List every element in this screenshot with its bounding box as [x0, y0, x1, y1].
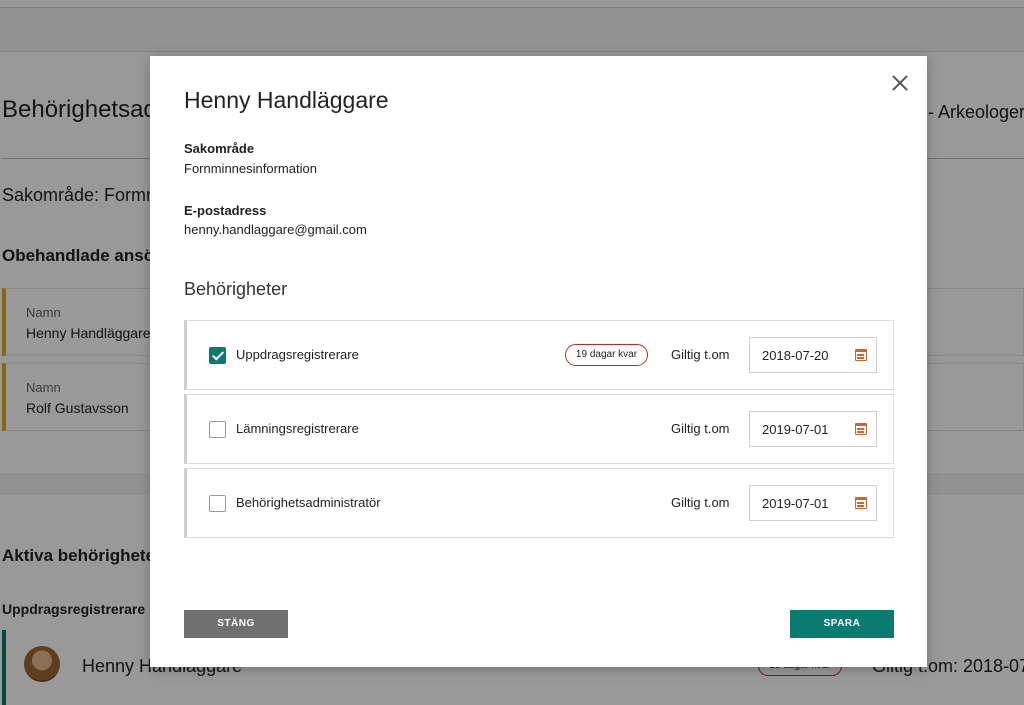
date-value: 2018-07-20: [762, 348, 829, 363]
save-button[interactable]: SPARA: [790, 610, 894, 638]
email-value: henny.handlaggare@gmail.com: [184, 222, 367, 237]
sakomrade-label: Sakområde: [184, 141, 255, 156]
date-value: 2019-07-01: [762, 496, 829, 511]
valid-until-label: Giltig t.om: [671, 495, 730, 510]
sakomrade-value: Fornminnesinformation: [184, 161, 317, 176]
permissions-section-title: Behörigheter: [184, 279, 288, 299]
calendar-icon[interactable]: [855, 349, 867, 361]
calendar-icon[interactable]: [855, 423, 867, 435]
close-button[interactable]: STÄNG: [184, 610, 288, 638]
close-icon[interactable]: [891, 74, 909, 92]
date-value: 2019-07-01: [762, 422, 829, 437]
email-label: E-postadress: [184, 203, 267, 218]
permissions-dialog: Henny Handläggare Sakområde Fornminnesin…: [150, 56, 927, 667]
dialog-title: Henny Handläggare: [184, 87, 389, 113]
permission-role: Uppdragsregistrerare: [236, 347, 359, 362]
permission-row-behorighetsadministrator: Behörighetsadministratör Giltig t.om 201…: [184, 468, 894, 538]
calendar-icon[interactable]: [855, 497, 867, 509]
permission-checkbox[interactable]: [209, 495, 226, 512]
permission-role: Behörighetsadministratör: [236, 495, 381, 510]
valid-until-date-input[interactable]: 2019-07-01: [749, 411, 877, 447]
permission-role: Lämningsregistrerare: [236, 421, 359, 436]
permission-checkbox[interactable]: [209, 347, 226, 364]
valid-until-label: Giltig t.om: [671, 347, 730, 362]
valid-until-date-input[interactable]: 2019-07-01: [749, 485, 877, 521]
days-left-badge: 19 dagar kvar: [565, 344, 648, 366]
valid-until-date-input[interactable]: 2018-07-20: [749, 337, 877, 373]
permission-row-lamningsregistrerare: Lämningsregistrerare Giltig t.om 2019-07…: [184, 394, 894, 464]
permission-checkbox[interactable]: [209, 421, 226, 438]
permission-row-uppdragsregistrerare: Uppdragsregistrerare 19 dagar kvar Gilti…: [184, 320, 894, 390]
valid-until-label: Giltig t.om: [671, 421, 730, 436]
